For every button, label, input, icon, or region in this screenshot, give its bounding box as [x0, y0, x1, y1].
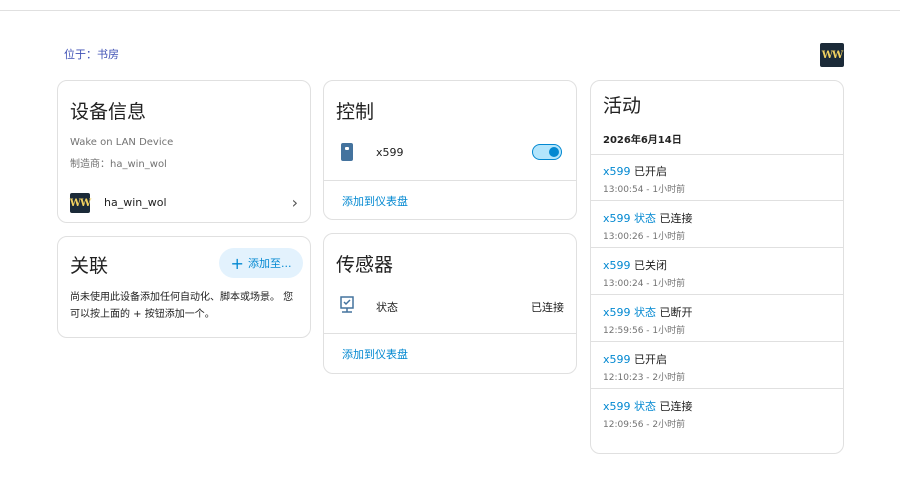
- device-model: Wake on LAN Device: [70, 137, 174, 148]
- activity-card: 活动 2026年6月14日 x599 已开启 13:00:54 - 1小时前 x…: [590, 80, 844, 454]
- add-to-label: 添加至...: [247, 257, 292, 270]
- sensors-title: 传感器: [336, 254, 394, 276]
- related-card: 关联 + 添加至... 尚未使用此设备添加任何自动化、脚本或场景。 您可以按上面…: [57, 236, 311, 338]
- related-empty-text: 尚未使用此设备添加任何自动化、脚本或场景。 您可以按上面的 + 按钮添加一个。: [70, 292, 294, 320]
- divider: [591, 294, 843, 295]
- sensor-name: 状态: [376, 301, 398, 314]
- integration-logo: WW: [70, 193, 91, 213]
- sensors-card: 传感器 状态 已连接 添加到仪表盘: [323, 233, 577, 374]
- integration-row[interactable]: WW ha_win_wol ›: [70, 191, 298, 215]
- divider: [591, 154, 843, 155]
- divider: [591, 247, 843, 248]
- controls-card: 控制 x599 添加到仪表盘: [323, 80, 577, 220]
- entity-row[interactable]: x599: [336, 141, 564, 165]
- controls-title: 控制: [336, 101, 375, 123]
- entity-switch[interactable]: [532, 144, 562, 160]
- activity-item[interactable]: x599 状态 已断开 12:59:56 - 1小时前: [603, 304, 693, 336]
- activity-item[interactable]: x599 已关闭 13:00:24 - 1小时前: [603, 257, 685, 289]
- add-to-dashboard-button[interactable]: 添加到仪表盘: [342, 346, 408, 362]
- activity-item[interactable]: x599 状态 已连接 13:00:26 - 1小时前: [603, 210, 693, 242]
- activity-title: 活动: [603, 95, 642, 117]
- breadcrumb[interactable]: 位于：书房: [64, 46, 119, 62]
- divider: [591, 388, 843, 389]
- device-info-card: 设备信息 Wake on LAN Device 制造商：ha_win_wol W…: [57, 80, 311, 223]
- activity-item[interactable]: x599 状态 已连接 12:09:56 - 2小时前: [603, 398, 693, 430]
- plus-icon: +: [230, 253, 244, 273]
- activity-date: 2026年6月14日: [603, 135, 682, 146]
- top-divider: [0, 10, 900, 11]
- entity-name: x599: [376, 146, 404, 159]
- activity-item[interactable]: x599 已开启 12:10:23 - 2小时前: [603, 351, 685, 383]
- divider: [591, 341, 843, 342]
- remote-icon: [341, 143, 353, 161]
- monitor-check-icon: [340, 296, 354, 313]
- device-manufacturer: 制造商：ha_win_wol: [70, 159, 167, 170]
- device-logo: WW: [820, 43, 844, 67]
- sensor-row[interactable]: 状态 已连接: [336, 294, 564, 318]
- divider: [591, 200, 843, 201]
- add-to-dashboard-button[interactable]: 添加到仪表盘: [342, 193, 408, 209]
- divider: [324, 333, 576, 334]
- chevron-right-icon: ›: [291, 193, 298, 212]
- divider: [324, 180, 576, 181]
- activity-item[interactable]: x599 已开启 13:00:54 - 1小时前: [603, 163, 685, 195]
- related-title: 关联: [70, 255, 109, 277]
- sensor-state: 已连接: [531, 301, 564, 314]
- integration-name: ha_win_wol: [104, 196, 167, 209]
- device-info-title: 设备信息: [70, 101, 147, 123]
- add-to-button[interactable]: + 添加至...: [219, 248, 303, 278]
